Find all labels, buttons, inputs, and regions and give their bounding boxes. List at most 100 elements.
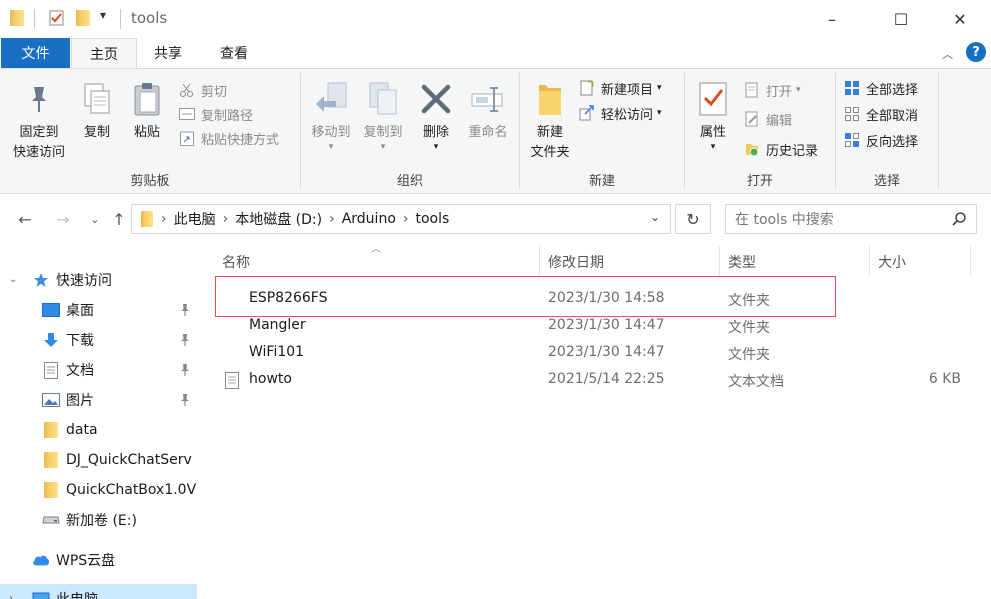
properties-icon[interactable] bbox=[48, 9, 66, 31]
file-row-esp8266fs[interactable]: ESP8266FS 2023/1/30 14:58 文件夹 bbox=[213, 286, 991, 313]
back-button[interactable]: ← bbox=[14, 207, 36, 231]
maximize-button[interactable]: ☐ bbox=[878, 0, 924, 38]
nav-item-pictures[interactable]: 图片 bbox=[0, 385, 197, 415]
group-new: 新建 文件夹 新建项目 ▾ 轻松访问 ▾ 新建 bbox=[520, 69, 684, 193]
file-row-mangler[interactable]: Mangler 2023/1/30 14:47 文件夹 bbox=[213, 313, 991, 340]
edit-button[interactable]: 编辑 bbox=[743, 108, 792, 130]
file-type: 文件夹 bbox=[728, 347, 770, 363]
column-header-name[interactable]: 名称 bbox=[213, 240, 539, 284]
open-button[interactable]: 打开 ▾ bbox=[743, 79, 801, 101]
rename-button[interactable]: 重命名 bbox=[463, 79, 513, 143]
history-button[interactable]: 历史记录 bbox=[743, 138, 818, 160]
nav-item-label: 新加卷 (E:) bbox=[66, 513, 137, 529]
tab-share[interactable]: 共享 bbox=[137, 38, 199, 68]
breadcrumb-separator[interactable]: › bbox=[401, 211, 411, 227]
copy-path-button[interactable]: 复制路径 bbox=[178, 103, 253, 125]
title-bar: ▾ tools – ☐ ✕ bbox=[0, 0, 991, 38]
nav-wps-label: WPS云盘 bbox=[56, 553, 116, 569]
nav-item-desktop[interactable]: 桌面 bbox=[0, 295, 197, 325]
column-header-size[interactable]: 大小 bbox=[869, 240, 969, 284]
collapse-ribbon-icon[interactable]: ︿ bbox=[942, 46, 953, 62]
group-open: 属性 ▾ 打开 ▾ 编辑 历史记录 打开 bbox=[685, 69, 835, 193]
open-label: 打开 bbox=[766, 84, 793, 100]
breadcrumb-drive-d[interactable]: 本地磁盘 (D:) bbox=[230, 209, 327, 229]
file-name: Mangler bbox=[249, 317, 306, 333]
minimize-button[interactable]: – bbox=[809, 0, 855, 38]
address-bar[interactable]: › 此电脑 › 本地磁盘 (D:) › Arduino › tools ⌄ bbox=[131, 204, 671, 234]
paste-shortcut-button[interactable]: 粘贴快捷方式 bbox=[178, 127, 279, 149]
paste-button[interactable]: 粘贴 bbox=[124, 79, 170, 143]
search-box[interactable]: 在 tools 中搜索 bbox=[725, 204, 977, 234]
new-folder-icon[interactable] bbox=[76, 10, 90, 26]
new-folder-button[interactable]: 新建 文件夹 bbox=[524, 79, 576, 163]
nav-quick-access-label: 快速访问 bbox=[56, 273, 112, 289]
nav-item-data[interactable]: data bbox=[0, 415, 197, 445]
customize-toolbar-icon[interactable]: ▾ bbox=[100, 8, 106, 22]
nav-quick-access[interactable]: 快速访问 bbox=[32, 265, 197, 295]
pin-quick-access-button[interactable]: 固定到 快速访问 bbox=[6, 79, 72, 163]
search-icon[interactable] bbox=[951, 211, 967, 231]
recent-locations-button[interactable]: ⌄ bbox=[84, 207, 106, 231]
breadcrumb-arduino[interactable]: Arduino bbox=[337, 211, 401, 227]
paste-icon bbox=[127, 79, 167, 119]
tab-file[interactable]: 文件 bbox=[1, 38, 70, 68]
nav-item-documents[interactable]: 文档 bbox=[0, 355, 197, 385]
file-row-howto[interactable]: howto 2021/5/14 22:25 文本文档 6 KB bbox=[213, 367, 991, 394]
column-header-date[interactable]: 修改日期 bbox=[539, 240, 719, 284]
nav-item-downloads[interactable]: 下载 bbox=[0, 325, 197, 355]
nav-item-dj-quickchatserv[interactable]: DJ_QuickChatServ bbox=[0, 445, 197, 475]
group-label-new: 新建 bbox=[588, 174, 615, 189]
breadcrumb-separator[interactable]: › bbox=[221, 211, 231, 227]
delete-dropdown-icon: ▾ bbox=[433, 142, 439, 152]
select-none-button[interactable]: 全部取消 bbox=[843, 103, 918, 125]
help-icon[interactable]: ? bbox=[966, 42, 986, 62]
cut-button[interactable]: 剪切 bbox=[178, 79, 227, 101]
column-separator[interactable] bbox=[970, 246, 971, 276]
close-icon: ✕ bbox=[953, 9, 967, 29]
file-row-wifi101[interactable]: WiFi101 2023/1/30 14:47 文件夹 bbox=[213, 340, 991, 367]
copy-to-button[interactable]: 复制到 ▾ bbox=[357, 79, 409, 152]
collapse-arrow-icon[interactable]: ⌄ bbox=[9, 274, 17, 285]
delete-x-icon bbox=[416, 79, 456, 119]
tab-view[interactable]: 查看 bbox=[203, 38, 265, 68]
breadcrumb-this-pc[interactable]: 此电脑 bbox=[169, 209, 221, 229]
pin-icon[interactable] bbox=[179, 333, 191, 351]
text-file-icon bbox=[225, 372, 239, 393]
ribbon: 固定到 快速访问 复制 粘贴 剪切 复制路径 粘贴快捷方式 剪贴板 移动到 ▾ … bbox=[0, 68, 991, 194]
nav-item-drive-e[interactable]: 新加卷 (E:) bbox=[0, 505, 197, 535]
nav-item-quickchatbox[interactable]: QuickChatBox1.0V bbox=[0, 475, 197, 505]
pin-icon[interactable] bbox=[179, 303, 191, 321]
invert-selection-icon bbox=[843, 131, 861, 149]
column-header-type[interactable]: 类型 bbox=[719, 240, 869, 284]
move-to-dropdown-icon: ▾ bbox=[328, 142, 334, 152]
nav-item-label: DJ_QuickChatServ bbox=[66, 452, 192, 468]
nav-this-pc[interactable]: › 此电脑 bbox=[0, 584, 197, 599]
tab-home[interactable]: 主页 bbox=[71, 38, 137, 69]
properties-icon bbox=[693, 79, 733, 119]
select-all-button[interactable]: 全部选择 bbox=[843, 77, 918, 99]
copy-button[interactable]: 复制 bbox=[74, 79, 120, 143]
star-icon bbox=[32, 271, 50, 289]
breadcrumb-separator[interactable]: › bbox=[327, 211, 337, 227]
pin-icon[interactable] bbox=[179, 363, 191, 381]
expand-arrow-icon[interactable]: › bbox=[9, 593, 13, 599]
pin-icon bbox=[19, 79, 59, 119]
nav-wps-cloud[interactable]: WPS云盘 bbox=[0, 545, 197, 575]
file-date: 2023/1/30 14:47 bbox=[548, 344, 665, 360]
pin-icon[interactable] bbox=[179, 393, 191, 411]
breadcrumb-separator[interactable]: › bbox=[159, 211, 169, 227]
new-item-button[interactable]: 新建项目 ▾ bbox=[578, 77, 662, 99]
cloud-icon bbox=[32, 551, 50, 569]
easy-access-button[interactable]: 轻松访问 ▾ bbox=[578, 102, 662, 124]
address-dropdown-icon[interactable]: ⌄ bbox=[650, 210, 660, 224]
forward-button[interactable]: → bbox=[52, 207, 74, 231]
invert-selection-button[interactable]: 反向选择 bbox=[843, 129, 918, 151]
properties-button[interactable]: 属性 ▾ bbox=[689, 79, 737, 152]
breadcrumb-tools[interactable]: tools bbox=[411, 211, 455, 227]
delete-button[interactable]: 删除 ▾ bbox=[415, 79, 457, 152]
properties-dropdown-icon: ▾ bbox=[710, 142, 716, 152]
up-button[interactable]: ↑ bbox=[108, 207, 130, 231]
move-to-button[interactable]: 移动到 ▾ bbox=[305, 79, 357, 152]
refresh-button[interactable]: ↻ bbox=[675, 204, 711, 234]
close-button[interactable]: ✕ bbox=[937, 0, 983, 38]
